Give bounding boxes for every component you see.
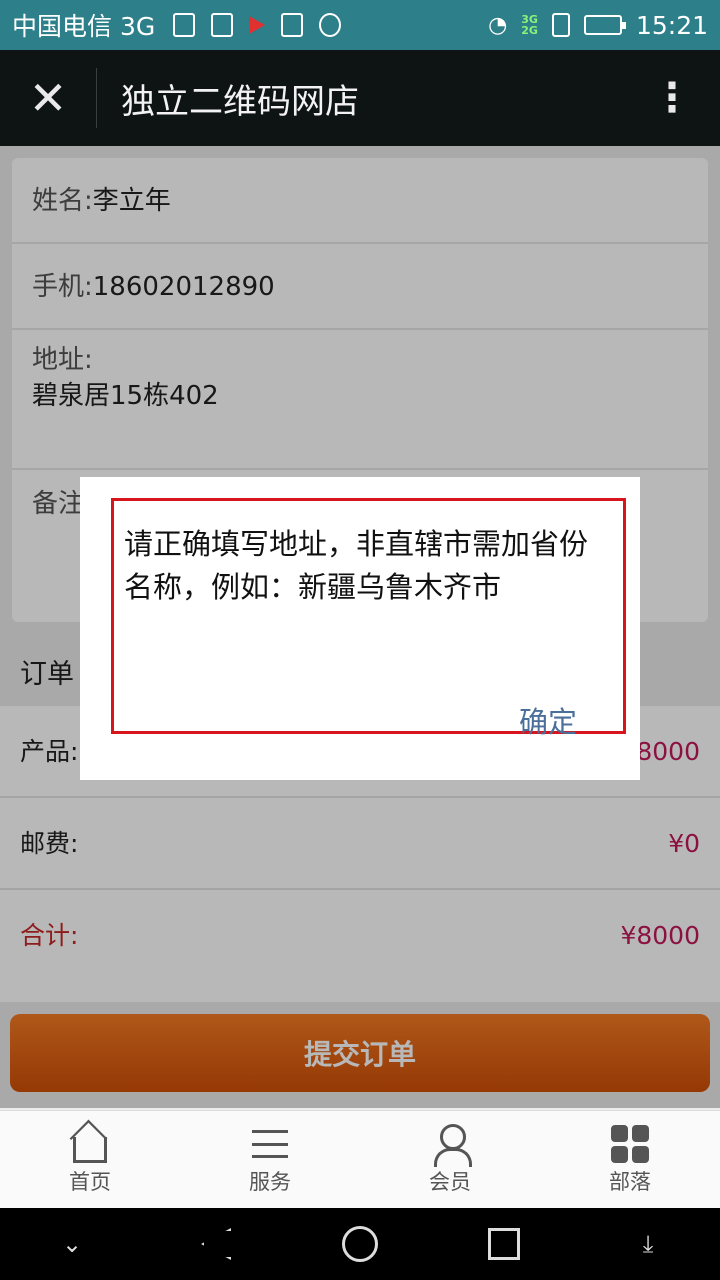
user-icon xyxy=(432,1123,472,1167)
status-bar: 中国电信 3G ◔ 3G 2G 15:21 xyxy=(0,0,720,50)
grid-icon xyxy=(611,1124,649,1164)
more-vertical-icon[interactable]: ⋮ xyxy=(624,50,720,146)
message-icon xyxy=(281,13,304,37)
image-icon xyxy=(211,13,234,37)
play-icon xyxy=(249,16,266,34)
chevron-down-icon[interactable]: ⌄ xyxy=(42,1214,102,1274)
home-circle-icon[interactable] xyxy=(330,1214,390,1274)
wifi-icon: ◔ xyxy=(488,12,508,38)
carrier-label: 中国电信 3G xyxy=(12,12,156,41)
home-icon xyxy=(73,1124,107,1164)
tab-member[interactable]: 会员 xyxy=(360,1111,540,1208)
alert-dialog: 请正确填写地址，非直辖市需加省份名称，例如：新疆乌鲁木齐市 确定 xyxy=(80,477,640,780)
dialog-message: 请正确填写地址，非直辖市需加省份名称，例如：新疆乌鲁木齐市 xyxy=(124,527,589,604)
sim-icon xyxy=(173,13,196,37)
notification-pull-icon[interactable]: ⤓ xyxy=(618,1214,678,1274)
tab-service[interactable]: 服务 xyxy=(180,1111,360,1208)
bottom-tab-bar: 首页 服务 会员 部落 xyxy=(0,1110,720,1208)
network-icon: 3G 2G xyxy=(521,14,538,36)
close-icon[interactable]: ✕ xyxy=(0,50,96,146)
network-2g-label: 2G xyxy=(521,24,538,37)
tab-home-label: 首页 xyxy=(69,1169,111,1194)
tab-tribe[interactable]: 部落 xyxy=(540,1111,720,1208)
tab-home[interactable]: 首页 xyxy=(0,1111,180,1208)
tab-service-label: 服务 xyxy=(249,1169,291,1194)
system-nav-bar: ⌄ ⤓ xyxy=(0,1208,720,1280)
menu-icon xyxy=(252,1124,288,1164)
back-icon[interactable] xyxy=(186,1214,246,1274)
page-title: 独立二维码网店 xyxy=(121,81,359,122)
alarm-icon xyxy=(319,13,342,37)
dialog-highlight-frame: 请正确填写地址，非直辖市需加省份名称，例如：新疆乌鲁木齐市 确定 xyxy=(111,498,626,739)
tab-member-label: 会员 xyxy=(429,1169,471,1194)
clock: 15:21 xyxy=(635,10,708,40)
title-divider xyxy=(96,68,97,128)
confirm-button[interactable]: 确定 xyxy=(519,699,577,741)
title-bar: ✕ 独立二维码网店 ⋮ xyxy=(0,50,720,146)
phone-icon xyxy=(551,13,570,37)
tab-tribe-label: 部落 xyxy=(609,1169,651,1194)
recents-icon[interactable] xyxy=(474,1214,534,1274)
battery-icon xyxy=(583,15,626,35)
